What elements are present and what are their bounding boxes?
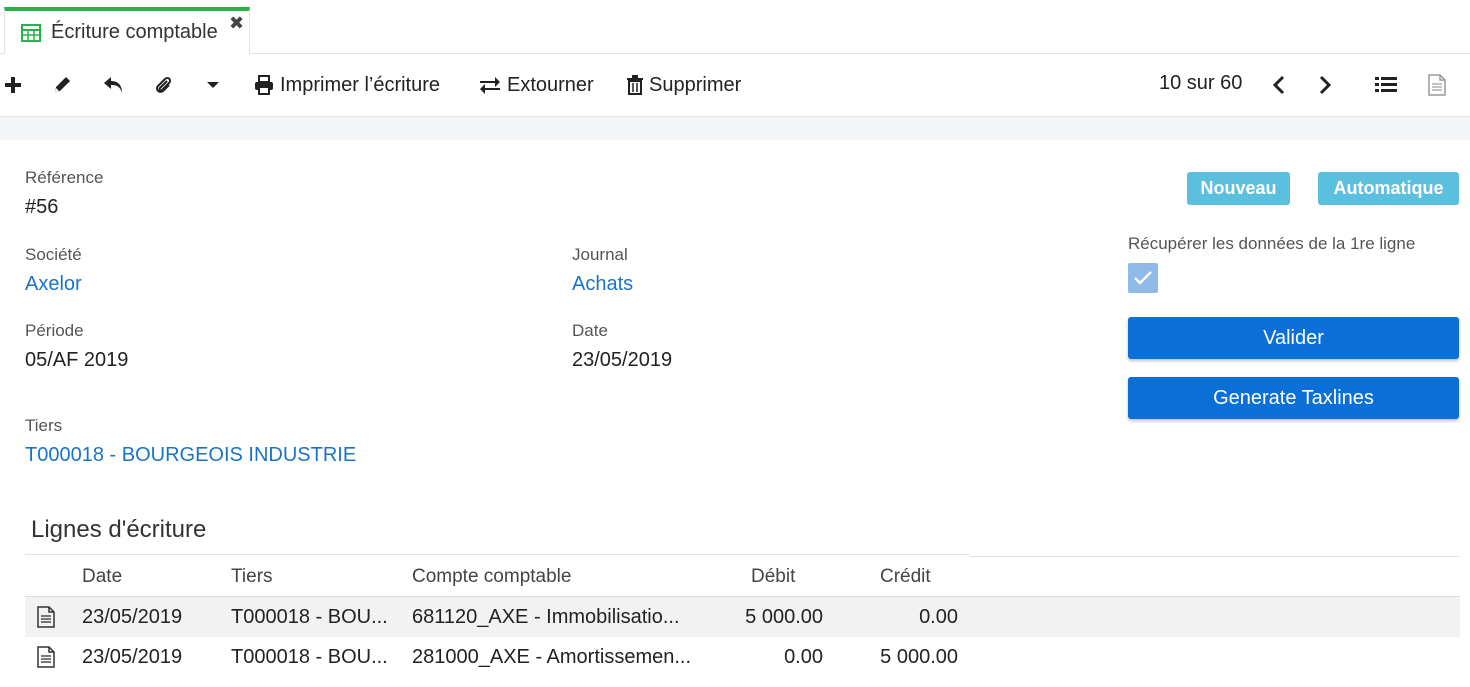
document-icon <box>1428 74 1446 96</box>
plus-icon <box>5 77 21 93</box>
print-entry-label: Imprimer l’écriture <box>280 73 441 96</box>
column-header-credit[interactable]: Crédit <box>880 558 931 596</box>
attachment-button[interactable] <box>154 70 172 100</box>
table-header: Date Tiers Compte comptable Débit Crédit <box>25 558 1460 597</box>
line-account: 281000_AXE - Amortissemen... <box>412 645 692 668</box>
column-header-partner[interactable]: Tiers <box>231 558 273 596</box>
tab-ecriture-comptable[interactable]: Écriture comptable ✖ <box>4 7 250 54</box>
separator-band <box>0 117 1470 140</box>
pager-count: 10 sur 60 <box>1159 72 1243 94</box>
trash-icon <box>627 75 643 95</box>
reverse-button[interactable]: Extourner <box>479 70 594 100</box>
line-account: 681120_AXE - Immobilisatio... <box>412 605 680 628</box>
company-link[interactable]: Axelor <box>25 273 82 296</box>
pencil-icon <box>55 77 70 92</box>
line-partner: T000018 - BOU... <box>231 645 388 668</box>
first-line-checkbox[interactable] <box>1128 263 1158 293</box>
status-badge: Nouveau <box>1187 172 1290 205</box>
list-icon <box>1375 77 1397 92</box>
section-divider <box>970 556 1460 557</box>
lines-table: Date Tiers Compte comptable Débit Crédit… <box>25 558 1460 677</box>
line-credit: 5 000.00 <box>880 645 958 668</box>
generate-taxlines-button[interactable]: Generate Taxlines <box>1128 377 1459 419</box>
next-record-button[interactable] <box>1318 70 1332 100</box>
line-credit: 0.00 <box>919 605 958 628</box>
table-row[interactable]: 23/05/2019 T000018 - BOU... 281000_AXE -… <box>25 637 1460 677</box>
new-button[interactable] <box>4 70 22 100</box>
type-badge: Automatique <box>1318 172 1459 205</box>
line-date: 23/05/2019 <box>82 605 183 628</box>
spreadsheet-icon <box>21 24 41 42</box>
validate-button[interactable]: Valider <box>1128 317 1459 359</box>
caret-down-icon <box>207 82 219 88</box>
tab-title: Écriture comptable <box>51 21 218 43</box>
table-row[interactable]: 23/05/2019 T000018 - BOU... 681120_AXE -… <box>25 597 1460 637</box>
printer-icon <box>255 75 273 95</box>
undo-button[interactable] <box>102 70 124 100</box>
more-dropdown[interactable] <box>206 70 220 100</box>
date-label: Date <box>572 321 608 340</box>
tab-bar: Écriture comptable ✖ <box>0 0 1470 54</box>
close-icon[interactable]: ✖ <box>229 13 244 34</box>
partner-link[interactable]: T000018 - BOURGEOIS INDUSTRIE <box>25 444 356 467</box>
first-line-label: Récupérer les données de la 1re ligne <box>1128 234 1416 253</box>
line-debit: 5 000.00 <box>745 605 823 628</box>
line-date: 23/05/2019 <box>82 645 183 668</box>
period-label: Période <box>25 321 84 340</box>
previous-record-button[interactable] <box>1272 70 1286 100</box>
list-view-button[interactable] <box>1375 70 1397 100</box>
line-debit: 0.00 <box>784 645 823 668</box>
entry-form: Référence #56 Société Axelor Journal Ach… <box>0 140 1470 687</box>
open-line-button[interactable] <box>37 597 55 637</box>
paperclip-icon <box>155 76 172 93</box>
undo-icon <box>104 77 122 93</box>
reference-label: Référence <box>25 168 104 187</box>
reverse-label: Extourner <box>507 73 594 96</box>
section-divider <box>25 554 970 555</box>
form-view-button[interactable] <box>1428 70 1446 100</box>
print-entry-button[interactable]: Imprimer l’écriture <box>254 70 440 100</box>
delete-label: Supprimer <box>649 73 742 96</box>
exchange-icon <box>480 77 500 94</box>
journal-label: Journal <box>572 245 628 264</box>
column-header-debit[interactable]: Débit <box>751 558 795 596</box>
period-value: 05/AF 2019 <box>25 349 129 371</box>
reference-value: #56 <box>25 196 59 218</box>
company-label: Société <box>25 245 82 264</box>
toolbar: Imprimer l’écriture Extourner Supprimer … <box>0 55 1470 117</box>
chevron-left-icon <box>1272 75 1285 95</box>
column-header-account[interactable]: Compte comptable <box>412 558 571 596</box>
document-icon <box>37 606 55 628</box>
delete-button[interactable]: Supprimer <box>627 70 741 100</box>
journal-link[interactable]: Achats <box>572 273 633 296</box>
lines-section-title: Lignes d'écriture <box>31 516 207 543</box>
checkmark-icon <box>1134 271 1152 285</box>
edit-button[interactable] <box>52 70 72 100</box>
column-header-date[interactable]: Date <box>82 558 122 596</box>
document-icon <box>37 646 55 668</box>
partner-label: Tiers <box>25 416 63 435</box>
date-value: 23/05/2019 <box>572 349 673 371</box>
line-partner: T000018 - BOU... <box>231 605 388 628</box>
chevron-right-icon <box>1319 75 1332 95</box>
open-line-button[interactable] <box>37 637 55 677</box>
